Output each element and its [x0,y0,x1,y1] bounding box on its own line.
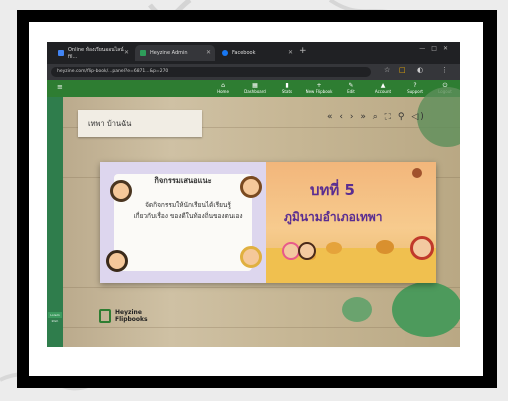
nav-label: Support [407,89,423,94]
pencil-icon: ✎ [348,82,354,89]
tree-illustration [326,242,342,254]
dashboard-icon: ▦ [252,82,258,89]
browser-tab-heyzine[interactable]: Heyzine Admin ✕ [135,45,215,61]
browser-tab-online[interactable]: Online ห้องเรียนออนไลน์ fil... ✕ [53,45,133,61]
activity-card [114,174,252,271]
student-illustration [240,246,262,268]
nav-stats[interactable]: ▮ Stats [273,82,301,94]
sidebar-badge[interactable]: Lorem Imm [48,312,62,323]
last-page-icon[interactable]: » [360,112,368,122]
tab-label: Facebook [232,50,256,56]
nav-home[interactable]: ⌂ Home [209,82,237,94]
first-page-icon[interactable]: « [327,112,335,122]
next-page-icon[interactable]: › [350,112,356,122]
prev-page-icon[interactable]: ‹ [339,112,345,122]
sound-icon[interactable]: ◁) [411,112,425,122]
nav-label: Edit [347,89,355,94]
nav-label: Account [374,89,392,94]
wood-grain [47,287,460,288]
heyzine-logo-icon [99,309,111,323]
new-tab-icon[interactable]: + [299,46,307,56]
grandma-illustration [410,236,434,260]
tab-favicon-icon [58,50,64,56]
tab-favicon-icon [140,50,146,56]
left-page[interactable]: กิจกรรมเสนอแนะ จัดกิจกรรมให้นักเรียนได้เ… [100,162,266,283]
plant-decoration [392,282,460,337]
flipbook-title: เทพา บ้านฉัน [78,110,202,137]
menu-icon[interactable]: ⋮ [441,66,448,74]
heyzine-app-bar: ≡ ⌂ Home ▦ Dashboard ▮ Stats + New Flipbook … [47,80,460,97]
student-illustration [110,180,132,202]
student-illustration [240,176,262,198]
bookmark-star-icon[interactable]: ☆ [384,66,390,74]
activity-line-2: เกี่ยวกับเรื่อง ของดีในท้องถิ่นของตนเอง [133,212,243,220]
nav-label: Stats [281,89,293,94]
profile-icon[interactable]: ◐ [417,66,423,74]
tab-favicon-icon [222,50,228,56]
right-page[interactable]: บทที่ 5 ภูมินามอำเภอเทพา [266,162,436,283]
browser-tab-strip: Online ห้องเรียนออนไลน์ fil... ✕ Heyzine… [47,42,460,64]
flipbook-toolbar: « ‹ › » ⌕ ⛶ ⚲ ◁) [327,112,426,122]
home-icon: ⌂ [221,82,225,89]
activity-body: จัดกิจกรรมให้นักเรียนได้เรียนรู้ เกี่ยวก… [126,200,250,222]
zoom-icon[interactable]: ⌕ [373,112,380,122]
monkey-illustration [412,168,422,178]
url-input[interactable]: heyzine.com/flip-book/...panel?e=6871...… [51,67,371,77]
close-icon[interactable]: ✕ [288,49,293,56]
nav-label: Dashboard [244,89,266,94]
wood-grain [47,327,460,328]
nav-support[interactable]: ? Support [401,82,429,94]
chapter-title: บทที่ 5 [310,181,355,199]
left-sidebar: Lorem Imm [47,97,63,347]
window-controls-icon[interactable]: —□✕ [419,45,454,52]
activity-line-1: จัดกิจกรรมให้นักเรียนได้เรียนรู้ [145,201,231,209]
nav-label: New Flipbook [305,89,333,94]
browser-tab-facebook[interactable]: Facebook ✕ [217,45,297,61]
address-bar-row: heyzine.com/flip-book/...panel?e=6871...… [47,64,460,80]
monitor-screen: Online ห้องเรียนออนไลน์ fil... ✕ Heyzine… [47,42,460,347]
user-icon: ▲ [380,82,386,89]
search-icon[interactable]: ⚲ [398,112,407,122]
nav-label: Home [217,89,229,94]
nav-account[interactable]: ▲ Account [369,82,397,94]
nav-edit[interactable]: ✎ Edit [337,82,365,94]
stats-icon: ▮ [285,82,289,89]
tab-label: Heyzine Admin [150,50,188,56]
flipbook-spread[interactable]: กิจกรรมเสนอแนะ จัดกิจกรรมให้นักเรียนได้เ… [100,162,436,283]
nav-new-flipbook[interactable]: + New Flipbook [305,82,333,94]
fullscreen-icon[interactable]: ⛶ [385,112,393,122]
logo-line-2: Flipbooks [115,316,148,323]
chapter-subtitle: ภูมินามอำเภอเทพา [284,210,383,224]
nav-dashboard[interactable]: ▦ Dashboard [241,82,269,94]
close-icon[interactable]: ✕ [206,49,211,56]
plus-icon: + [316,82,322,89]
plant-decoration [342,297,372,322]
child-illustration [298,242,316,260]
logo-text: Heyzine Flipbooks [115,309,148,323]
extension-icon[interactable]: □ [399,66,406,74]
close-icon[interactable]: ✕ [124,49,129,56]
logo-line-1: Heyzine [115,309,142,316]
tree-illustration [376,240,394,254]
student-illustration [106,250,128,272]
hamburger-icon[interactable]: ≡ [57,83,63,91]
help-icon: ? [413,82,417,89]
